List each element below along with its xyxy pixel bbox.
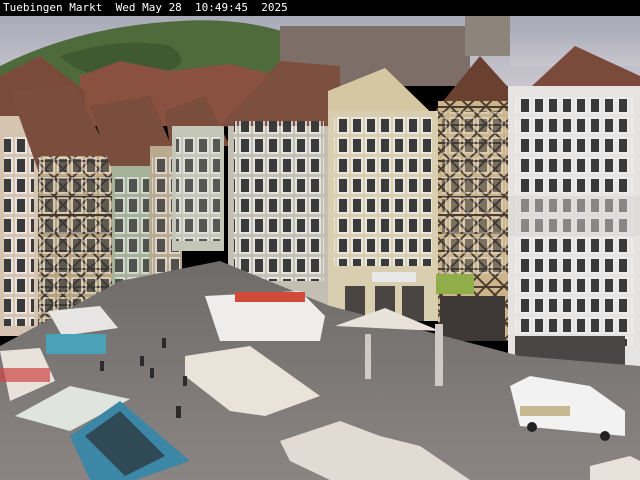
green-shop-sign	[436, 274, 474, 294]
bank-sign	[372, 272, 416, 282]
church-tower	[465, 16, 510, 56]
market-square-photo	[0, 16, 640, 480]
webcam-frame: Tuebingen Markt Wed May 28 10:49:45 2025	[0, 0, 640, 480]
webcam-caption: Tuebingen Markt Wed May 28 10:49:45 2025	[0, 0, 640, 16]
